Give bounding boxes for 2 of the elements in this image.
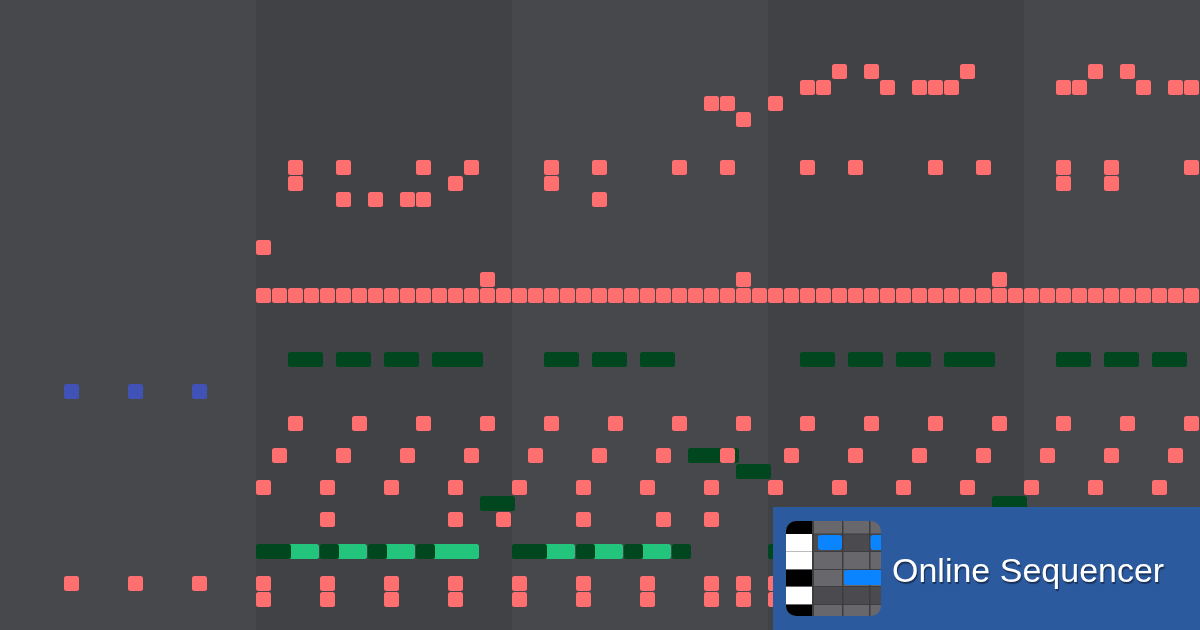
piano-grid-icon xyxy=(786,521,881,616)
banner-title: Online Sequencer xyxy=(892,549,1165,590)
